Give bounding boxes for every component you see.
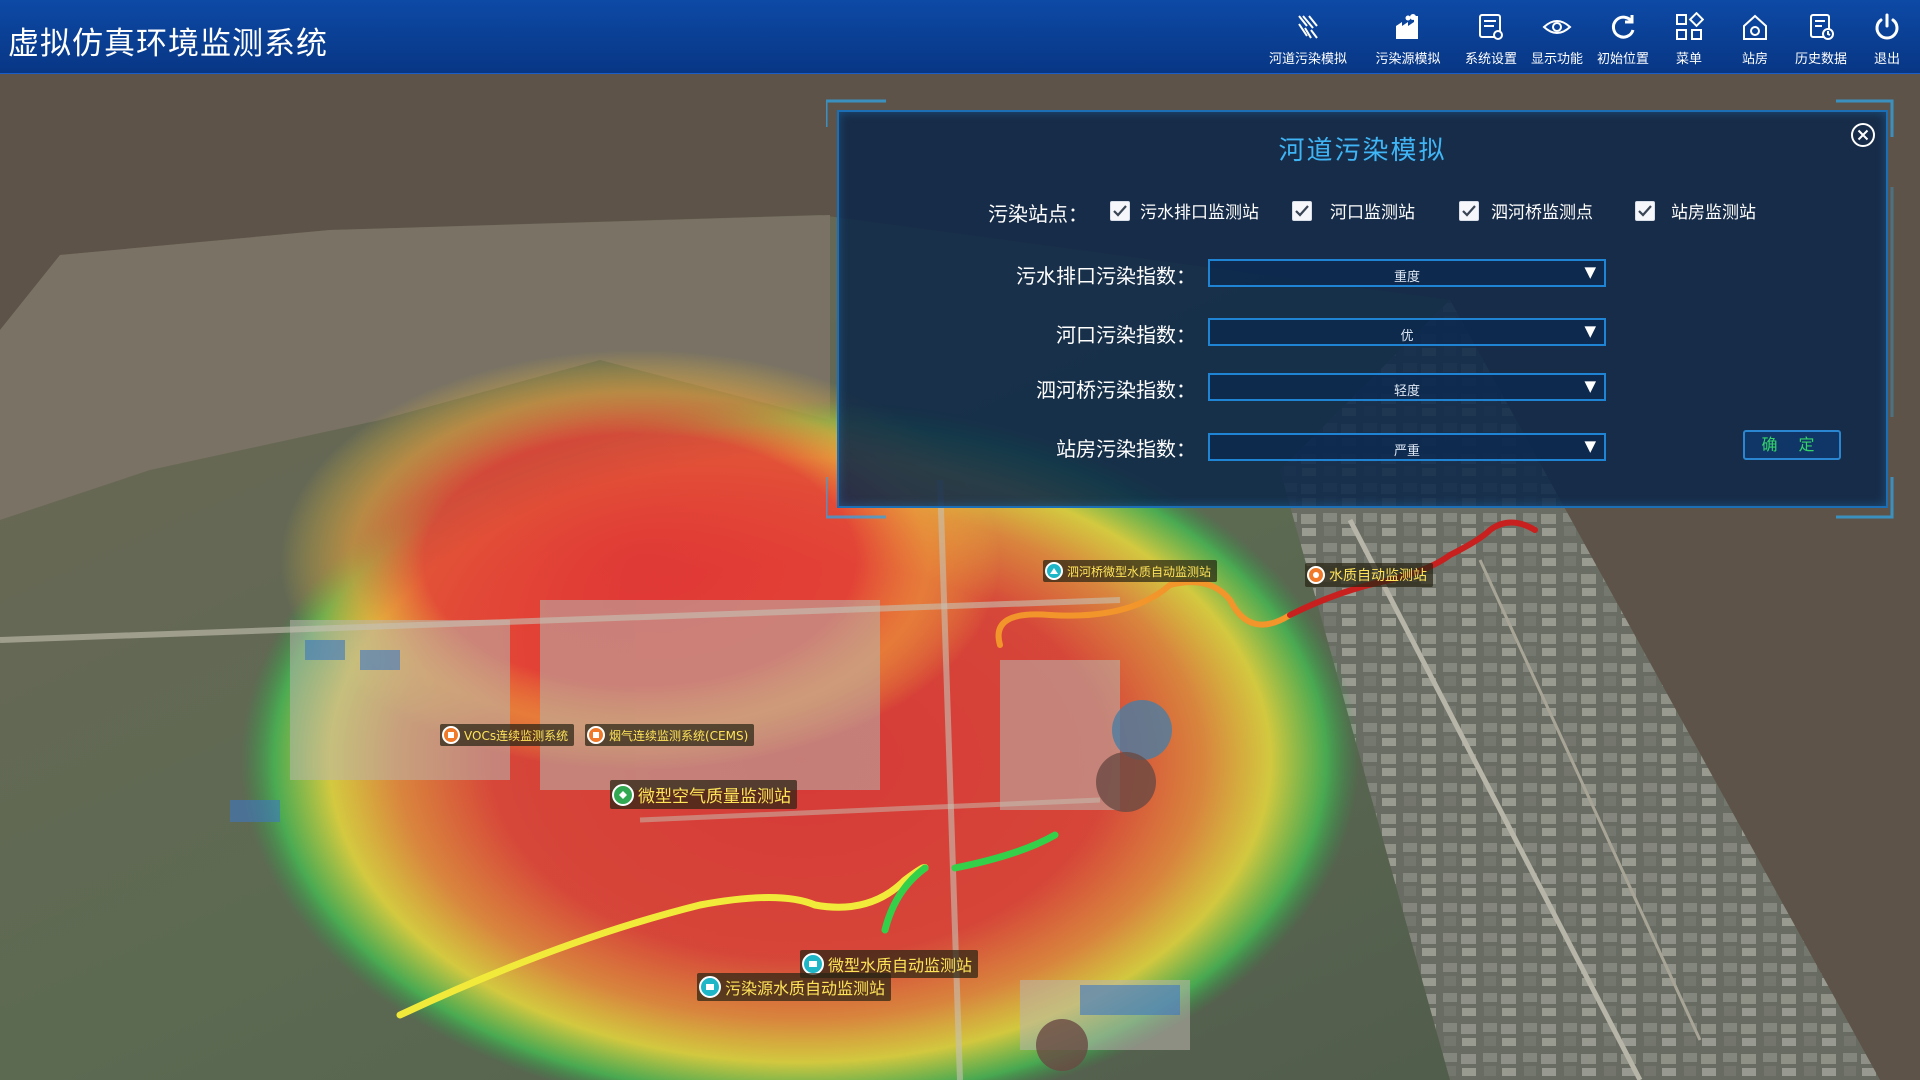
- checkbox-label: 河口监测站: [1330, 203, 1415, 223]
- source-water-pin-icon: [699, 976, 721, 998]
- toolbar: 河道污染模拟 污染源模拟 系统设置 显示功能 初始位置 菜单 站房 历史数据 退…: [1258, 0, 1920, 74]
- toolbar-label: 污染源模拟: [1375, 52, 1441, 67]
- checkbox-label: 站房监测站: [1671, 203, 1756, 223]
- toolbar-pollution-source-button[interactable]: 污染源模拟: [1358, 0, 1458, 74]
- sihe-bridge-index-select[interactable]: 轻度 ▼: [1208, 373, 1606, 401]
- select-value: 严重: [1393, 444, 1420, 459]
- toolbar-label: 系统设置: [1464, 52, 1517, 67]
- voc-pin-icon: [442, 726, 460, 744]
- station-checkbox-estuary[interactable]: 河口监测站: [1292, 198, 1415, 223]
- house-icon: [1743, 14, 1767, 40]
- station-house-index-label: 站房污染指数：: [1056, 437, 1196, 461]
- refresh-icon: [1611, 15, 1635, 39]
- close-icon: [1851, 123, 1875, 147]
- settings-document-icon: [1479, 14, 1503, 40]
- sewage-index-label: 污水排口污染指数：: [1016, 264, 1196, 288]
- air-quality-pin-icon: [612, 783, 634, 806]
- map-label-air-quality-station[interactable]: 微型空气质量监测站: [610, 780, 797, 809]
- toolbar-station-button[interactable]: 站房: [1722, 0, 1788, 74]
- panel-title: 河道污染模拟: [1278, 136, 1447, 166]
- grid-menu-icon: [1676, 12, 1704, 40]
- checkbox[interactable]: [1292, 200, 1312, 221]
- map-label-text: 水质自动监测站: [1329, 568, 1427, 584]
- map-label-vocs-monitoring[interactable]: VOCs连续监测系统: [440, 724, 575, 746]
- toolbar-label: 历史数据: [1794, 52, 1847, 67]
- sewage-index-select[interactable]: 重度 ▼: [1208, 259, 1606, 287]
- checkbox-label: 污水排口监测站: [1140, 203, 1259, 223]
- toolbar-label: 初始位置: [1596, 52, 1649, 67]
- map-label-cems-monitoring[interactable]: 烟气连续监测系统(CEMS): [585, 724, 755, 746]
- select-value: 重度: [1393, 270, 1420, 285]
- map-label-sihe-bridge-water-station[interactable]: 泗河桥微型水质自动监测站: [1043, 560, 1218, 582]
- water-station-pin-icon: [802, 953, 824, 975]
- map-label-text: 烟气连续监测系统(CEMS): [609, 728, 749, 743]
- dropdown-arrow-icon: ▼: [1584, 322, 1596, 340]
- toolbar-label: 退出: [1873, 52, 1900, 67]
- checkbox[interactable]: [1110, 200, 1130, 221]
- map-label-text: VOCs连续监测系统: [464, 728, 569, 743]
- map-label-text: 泗河桥微型水质自动监测站: [1067, 564, 1212, 579]
- confirm-button[interactable]: 确 定: [1743, 430, 1841, 460]
- checkbox-label: 泗河桥监测点: [1491, 203, 1593, 223]
- cems-pin-icon: [587, 726, 605, 744]
- station-checkbox-sewage-outlet[interactable]: 污水排口监测站: [1110, 198, 1259, 223]
- river-pollution-icon: [1298, 15, 1318, 39]
- toolbar-menu-button[interactable]: 菜单: [1656, 0, 1722, 74]
- estuary-index-select[interactable]: 优 ▼: [1208, 318, 1606, 346]
- map-label-text: 微型空气质量监测站: [638, 787, 791, 807]
- map-label-water-auto-station[interactable]: 水质自动监测站: [1305, 563, 1433, 587]
- select-value: 轻度: [1393, 384, 1420, 399]
- water-quality-pin-icon: [1045, 562, 1063, 580]
- factory-icon: [1396, 14, 1418, 39]
- station-checkbox-sihe-bridge[interactable]: 泗河桥监测点: [1459, 198, 1593, 223]
- close-button[interactable]: [1850, 122, 1876, 148]
- map-label-text: 污染源水质自动监测站: [725, 979, 886, 998]
- station-checkbox-station-house[interactable]: 站房监测站: [1635, 198, 1756, 223]
- power-icon: [1875, 13, 1899, 40]
- checkmark-icon: [1638, 204, 1652, 217]
- toolbar-label: 站房: [1741, 52, 1768, 67]
- river-pollution-panel: 河道污染模拟 污染站点： 污水排口监测站 河口监测站 泗河桥监测点 站房监测站 …: [837, 110, 1888, 508]
- eye-icon: [1542, 20, 1572, 34]
- dropdown-arrow-icon: ▼: [1584, 437, 1596, 455]
- toolbar-label: 河道污染模拟: [1268, 52, 1347, 67]
- dropdown-arrow-icon: ▼: [1584, 263, 1596, 281]
- estuary-index-label: 河口污染指数：: [1056, 323, 1196, 347]
- history-document-icon: [1810, 14, 1834, 40]
- map-label-source-water-station[interactable]: 污染源水质自动监测站: [697, 973, 892, 1001]
- toolbar-exit-button[interactable]: 退出: [1854, 0, 1920, 74]
- stations-label: 污染站点：: [988, 202, 1088, 226]
- sihe-bridge-index-label: 泗河桥污染指数：: [1036, 378, 1196, 402]
- checkbox[interactable]: [1635, 200, 1655, 221]
- toolbar-history-button[interactable]: 历史数据: [1788, 0, 1854, 74]
- toolbar-reset-position-button[interactable]: 初始位置: [1590, 0, 1656, 74]
- toolbar-label: 菜单: [1675, 52, 1702, 67]
- checkmark-icon: [1462, 204, 1476, 217]
- top-bar: 虚拟仿真环境监测系统 河道污染模拟 污染源模拟 系统设置 显示功能 初始位置 菜…: [0, 0, 1920, 74]
- toolbar-display-button[interactable]: 显示功能: [1524, 0, 1590, 74]
- toolbar-river-pollution-button[interactable]: 河道污染模拟: [1258, 0, 1358, 74]
- toolbar-label: 显示功能: [1530, 52, 1583, 67]
- warning-pin-icon: [1307, 566, 1325, 584]
- checkmark-icon: [1113, 204, 1127, 217]
- select-value: 优: [1400, 329, 1414, 344]
- checkbox[interactable]: [1459, 200, 1479, 221]
- checkmark-icon: [1295, 204, 1309, 217]
- station-house-index-select[interactable]: 严重 ▼: [1208, 433, 1606, 461]
- toolbar-system-settings-button[interactable]: 系统设置: [1458, 0, 1524, 74]
- dropdown-arrow-icon: ▼: [1584, 377, 1596, 395]
- app-title: 虚拟仿真环境监测系统: [8, 26, 328, 62]
